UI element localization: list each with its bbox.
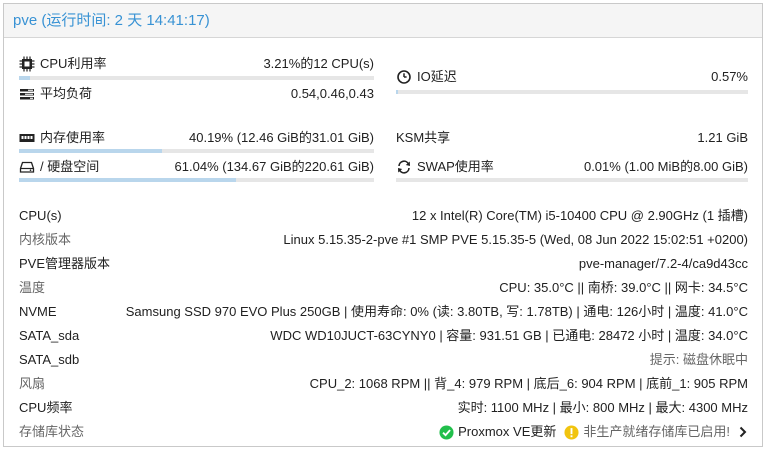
sata-sda-label: SATA_sda (19, 328, 80, 343)
kernel-version-row: 内核版本 Linux 5.15.35-2-pve #1 SMP PVE 5.15… (19, 232, 748, 248)
load-tasks-icon (19, 86, 35, 102)
disk-space-value: 61.04% (134.67 GiB的220.61 GiB) (174, 159, 374, 174)
kernel-version-value: Linux 5.15.35-2-pve #1 SMP PVE 5.15.35-5… (283, 232, 748, 247)
io-delay-bar (396, 90, 748, 94)
cpu-usage-bar (19, 76, 374, 80)
io-delay-row: IO延迟 0.57% (396, 69, 748, 85)
disk-space-label: / 硬盘空间 (40, 159, 100, 174)
pve-manager-value: pve-manager/7.2-4/ca9d43cc (578, 256, 748, 271)
repository-status-label: 存储库状态 (19, 424, 85, 439)
repository-status-row[interactable]: 存储库状态 Proxmox VE更新 非生产就绪存储库已启用! (19, 424, 748, 440)
nvme-row: NVME Samsung SSD 970 EVO Plus 250GB | 使用… (19, 304, 748, 320)
memory-usage-value: 40.19% (12.46 GiB的31.01 GiB) (189, 130, 374, 145)
cpu-usage-row: CPU利用率 3.21%的12 CPU(s) (19, 56, 374, 72)
cpu-frequency-value: 实时: 1100 MHz | 最小: 800 MHz | 最大: 4300 MH… (457, 400, 748, 415)
ksm-shared-label: KSM共享 (396, 130, 451, 145)
sata-sdb-value: 提示: 磁盘休眠中 (649, 352, 748, 367)
temperature-value: CPU: 35.0°C || 南桥: 39.0°C || 网卡: 34.5°C (499, 280, 748, 295)
swap-usage-row: SWAP使用率 0.01% (1.00 MiB的8.00 GiB) (396, 159, 748, 175)
cpu-chip-icon (19, 56, 35, 72)
disk-space-bar (19, 178, 374, 182)
sata-sda-row: SATA_sda WDC WD10JUCT-63CYNY0 | 容量: 931.… (19, 328, 748, 344)
cpu-model-value: 12 x Intel(R) Core(TM) i5-10400 CPU @ 2.… (411, 208, 748, 223)
pve-manager-row: PVE管理器版本 pve-manager/7.2-4/ca9d43cc (19, 256, 748, 272)
cpu-model-label: CPU(s) (19, 208, 62, 223)
check-circle-icon (439, 424, 454, 440)
temperature-row: 温度 CPU: 35.0°C || 南桥: 39.0°C || 网卡: 34.5… (19, 280, 748, 296)
sata-sda-value: WDC WD10JUCT-63CYNY0 | 容量: 931.51 GB | 已… (270, 328, 748, 343)
chevron-right-icon[interactable] (738, 426, 748, 438)
cpu-frequency-row: CPU频率 实时: 1100 MHz | 最小: 800 MHz | 最大: 4… (19, 400, 748, 416)
cpu-model-row: CPU(s) 12 x Intel(R) Core(TM) i5-10400 C… (19, 208, 748, 224)
ksm-shared-value: 1.21 GiB (697, 130, 748, 145)
swap-refresh-icon (396, 159, 412, 175)
temperature-label: 温度 (19, 280, 46, 295)
nvme-value: Samsung SSD 970 EVO Plus 250GB | 使用寿命: 0… (125, 304, 748, 319)
cpu-usage-label: CPU利用率 (40, 56, 107, 71)
panel-title: pve (运行时间: 2 天 14:41:17) (4, 4, 762, 38)
node-summary-panel: pve (运行时间: 2 天 14:41:17) CPU利用率 3.21%的12… (3, 3, 763, 447)
pve-manager-label: PVE管理器版本 (19, 256, 111, 271)
sata-sdb-row: SATA_sdb 提示: 磁盘休眠中 (19, 352, 748, 368)
load-average-value: 0.54,0.46,0.43 (290, 86, 374, 101)
memory-usage-label: 内存使用率 (40, 130, 106, 145)
load-average-label: 平均负荷 (40, 86, 93, 101)
disk-space-row: / 硬盘空间 61.04% (134.67 GiB的220.61 GiB) (19, 159, 374, 175)
kernel-version-label: 内核版本 (19, 232, 72, 247)
cpu-usage-value: 3.21%的12 CPU(s) (263, 56, 374, 71)
clock-icon (396, 69, 412, 85)
load-average-row: 平均负荷 0.54,0.46,0.43 (19, 86, 374, 102)
hdd-icon (19, 159, 35, 175)
memory-usage-bar (19, 149, 374, 153)
swap-usage-label: SWAP使用率 (417, 159, 494, 174)
cpu-frequency-label: CPU频率 (19, 400, 73, 415)
repository-ok-text: Proxmox VE更新 (458, 424, 557, 439)
fans-row: 风扇 CPU_2: 1068 RPM || 背_4: 979 RPM | 底后_… (19, 376, 748, 392)
swap-usage-value: 0.01% (1.00 MiB的8.00 GiB) (583, 159, 748, 174)
warning-circle-icon (564, 424, 579, 440)
memory-usage-row: 内存使用率 40.19% (12.46 GiB的31.01 GiB) (19, 130, 374, 146)
fans-value: CPU_2: 1068 RPM || 背_4: 979 RPM | 底后_6: … (309, 376, 748, 391)
repository-warning-text: 非生产就绪存储库已启用! (583, 424, 730, 439)
ksm-shared-row: KSM共享 1.21 GiB (396, 130, 748, 146)
io-delay-label: IO延迟 (417, 69, 457, 84)
io-delay-value: 0.57% (711, 69, 748, 84)
swap-usage-bar (396, 178, 748, 182)
sata-sdb-label: SATA_sdb (19, 352, 80, 367)
fans-label: 风扇 (19, 376, 46, 391)
memory-icon (19, 130, 35, 146)
nvme-label: NVME (19, 304, 57, 319)
